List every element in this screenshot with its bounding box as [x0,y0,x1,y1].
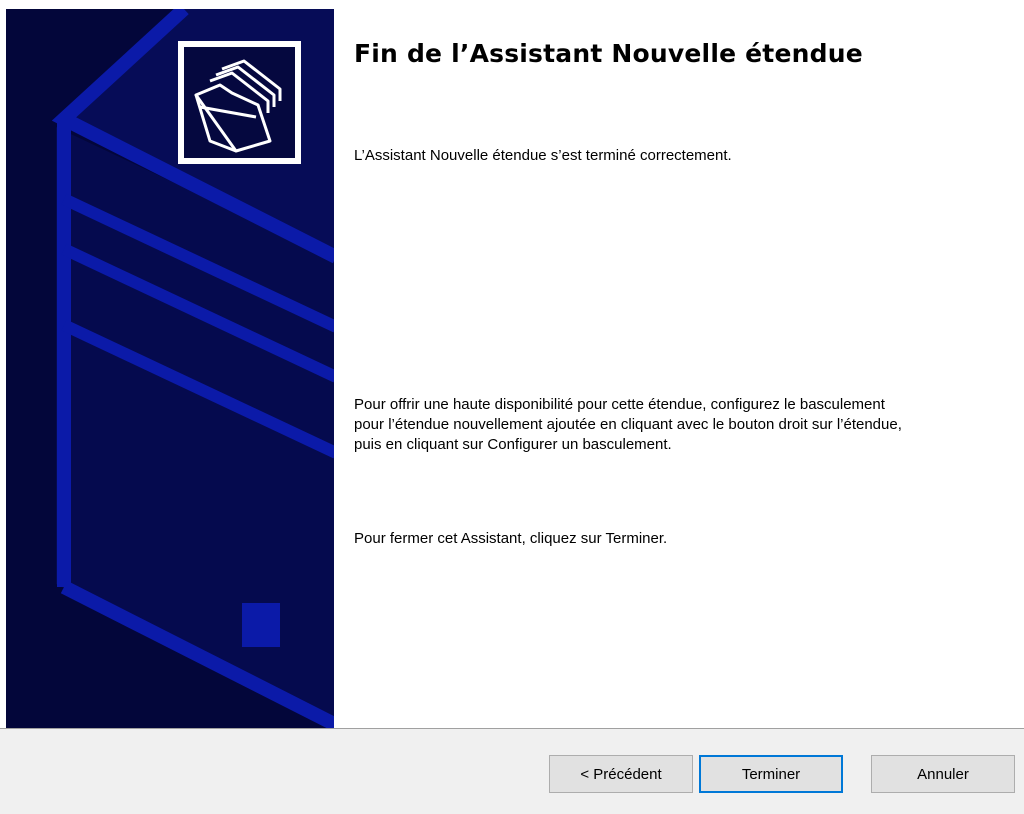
failover-info-text: Pour offrir une haute disponibilité pour… [354,396,902,453]
success-message: L’Assistant Nouvelle étendue s’est termi… [354,147,732,164]
wizard-side-banner [6,9,334,728]
cancel-button[interactable]: Annuler [871,755,1015,793]
wizard-button-bar: < Précédent Terminer Annuler [0,728,1024,814]
close-instructions-text: Pour fermer cet Assistant, cliquez sur T… [354,530,668,547]
wizard-content: Fin de l’Assistant Nouvelle étendue L’As… [354,0,1014,728]
page-title: Fin de l’Assistant Nouvelle étendue [354,39,863,68]
wizard-dialog: Fin de l’Assistant Nouvelle étendue L’As… [0,0,1024,814]
finish-button[interactable]: Terminer [699,755,843,793]
folders-icon [178,41,301,164]
server-tower-graphic [6,9,334,728]
back-button[interactable]: < Précédent [549,755,693,793]
